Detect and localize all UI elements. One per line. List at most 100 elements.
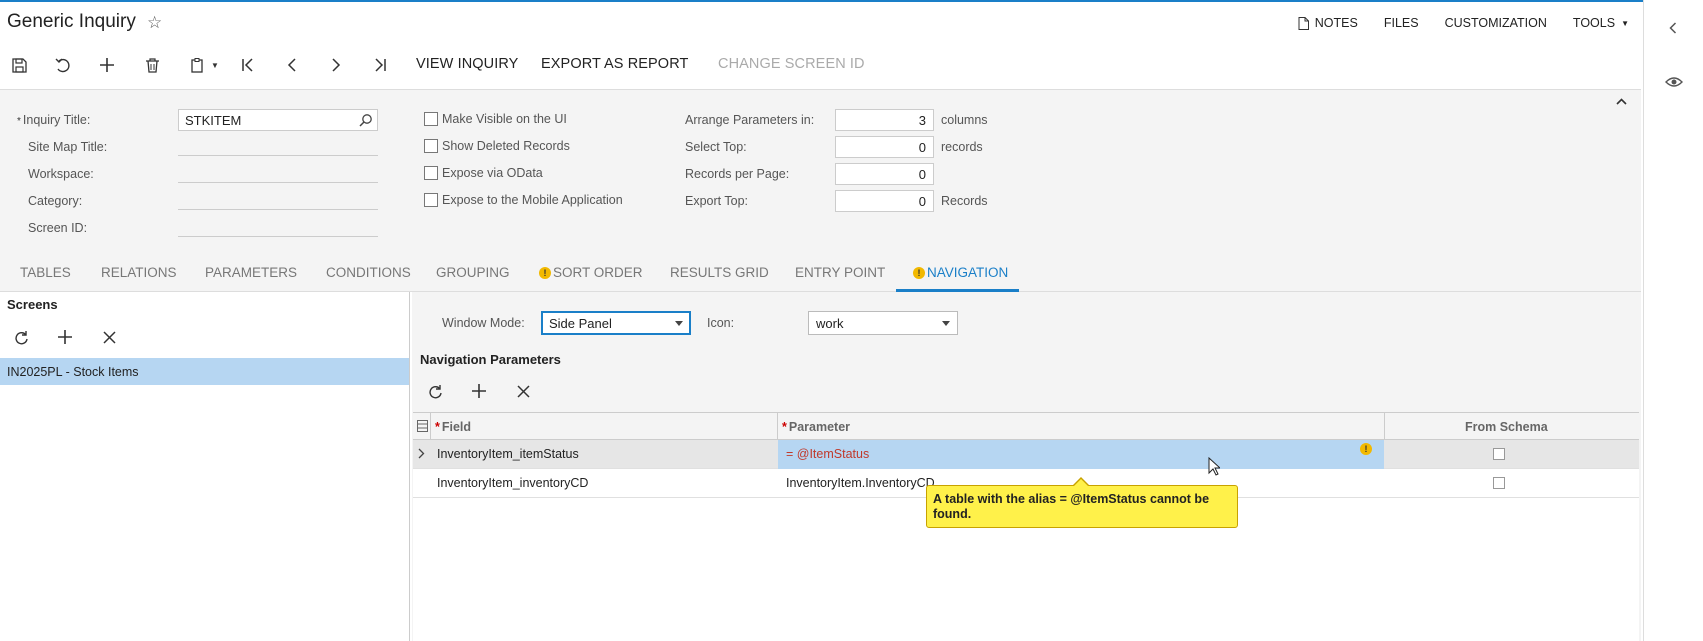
- make-visible-label: Make Visible on the UI: [442, 112, 567, 126]
- field-cell[interactable]: InventoryItem_inventoryCD: [437, 476, 588, 490]
- undo-button[interactable]: [50, 52, 76, 78]
- checkbox[interactable]: [424, 112, 438, 126]
- arrange-parameters-input[interactable]: 3: [835, 109, 934, 131]
- previous-record-button[interactable]: [279, 52, 305, 78]
- first-record-button[interactable]: [235, 52, 261, 78]
- expose-odata-checkbox[interactable]: Expose via OData: [424, 166, 543, 180]
- tab-tables[interactable]: TABLES: [20, 265, 71, 280]
- checkbox[interactable]: [424, 166, 438, 180]
- from-schema-column-header[interactable]: From Schema: [1465, 420, 1548, 434]
- tab-navigation-label: NAVIGATION: [927, 265, 1009, 280]
- arrange-parameters-label: Arrange Parameters in:: [685, 113, 815, 127]
- delete-button[interactable]: [139, 52, 165, 78]
- expose-mobile-checkbox[interactable]: Expose to the Mobile Application: [424, 193, 623, 207]
- warning-icon[interactable]: !: [1360, 443, 1372, 455]
- mouse-cursor-icon: [1208, 457, 1220, 476]
- eye-icon[interactable]: [1665, 76, 1683, 88]
- close-icon: [102, 330, 116, 344]
- field-column-header[interactable]: * Field: [435, 420, 471, 434]
- refresh-icon: [428, 384, 442, 398]
- checkbox[interactable]: [424, 193, 438, 207]
- refresh-icon: [14, 330, 28, 344]
- table-row[interactable]: InventoryItem_itemStatus = @ItemStatus !: [413, 440, 1639, 469]
- screens-panel: Screens IN2025PL - Stock Items: [0, 292, 410, 641]
- grid-header: * Field * Parameter From Schema: [413, 413, 1639, 440]
- notes-link[interactable]: NOTES: [1298, 16, 1358, 30]
- notes-label: NOTES: [1314, 16, 1358, 30]
- refresh-button[interactable]: [9, 325, 33, 349]
- chevron-up-icon[interactable]: [1616, 94, 1627, 108]
- tab-sort-order[interactable]: ! SORT ORDER: [539, 265, 643, 280]
- tab-bar: TABLES RELATIONS PARAMETERS CONDITIONS G…: [0, 252, 1641, 292]
- first-icon: [242, 58, 253, 72]
- export-records-unit-label: Records: [941, 194, 988, 208]
- customization-link[interactable]: CUSTOMIZATION: [1445, 16, 1547, 30]
- records-unit-label: records: [941, 140, 983, 154]
- page-title: Generic Inquiry: [7, 11, 136, 32]
- select-top-input[interactable]: 0: [835, 136, 934, 158]
- tab-entry-point[interactable]: ENTRY POINT: [795, 265, 885, 280]
- site-map-title-label: Site Map Title:: [28, 140, 108, 154]
- view-inquiry-button[interactable]: VIEW INQUIRY: [416, 56, 518, 72]
- next-record-button[interactable]: [323, 52, 349, 78]
- summary-form: * Inquiry Title: STKITEM Site Map Title: …: [0, 89, 1641, 252]
- make-visible-checkbox[interactable]: Make Visible on the UI: [424, 112, 567, 126]
- chevron-left-icon[interactable]: [1669, 22, 1677, 34]
- site-map-title-input[interactable]: [178, 134, 378, 156]
- warning-icon: !: [913, 267, 925, 279]
- tab-grouping[interactable]: GROUPING: [436, 265, 510, 280]
- remove-screen-button[interactable]: [97, 325, 121, 349]
- tools-menu[interactable]: TOOLS ▼: [1573, 16, 1629, 30]
- close-icon: [516, 384, 530, 398]
- records-per-page-label: Records per Page:: [685, 167, 790, 181]
- parameter-cell[interactable]: = @ItemStatus !: [778, 440, 1384, 469]
- tab-results-grid[interactable]: RESULTS GRID: [670, 265, 769, 280]
- icon-select[interactable]: work: [808, 311, 958, 335]
- checkbox[interactable]: [424, 139, 438, 153]
- inquiry-title-input[interactable]: STKITEM: [178, 109, 378, 131]
- show-deleted-label: Show Deleted Records: [442, 139, 570, 153]
- parameter-cell[interactable]: InventoryItem.InventoryCD: [786, 476, 935, 490]
- plus-icon: [100, 58, 114, 72]
- export-as-report-button[interactable]: EXPORT AS REPORT: [541, 56, 688, 72]
- export-top-input[interactable]: 0: [835, 190, 934, 212]
- tab-conditions[interactable]: CONDITIONS: [326, 265, 411, 280]
- chevron-right-icon: [332, 58, 341, 72]
- change-screen-id-button[interactable]: CHANGE SCREEN ID: [718, 56, 865, 72]
- undo-icon: [55, 58, 70, 72]
- paste-menu-button[interactable]: ▼: [185, 52, 225, 78]
- show-deleted-checkbox[interactable]: Show Deleted Records: [424, 139, 570, 153]
- search-icon[interactable]: [359, 113, 373, 127]
- add-screen-button[interactable]: [53, 325, 77, 349]
- from-schema-checkbox[interactable]: [1493, 477, 1505, 489]
- screen-id-label: Screen ID:: [28, 221, 88, 235]
- add-param-button[interactable]: [467, 379, 491, 403]
- remove-param-button[interactable]: [511, 379, 535, 403]
- category-label: Category:: [28, 194, 83, 208]
- last-record-button[interactable]: [367, 52, 393, 78]
- column-config-icon[interactable]: [417, 420, 428, 432]
- screen-id-input[interactable]: [178, 215, 378, 237]
- category-input[interactable]: [178, 188, 378, 210]
- files-link[interactable]: FILES: [1384, 16, 1419, 30]
- records-per-page-input[interactable]: 0: [835, 163, 934, 185]
- tools-label: TOOLS: [1572, 16, 1616, 30]
- screen-list-item[interactable]: IN2025PL - Stock Items: [0, 358, 409, 385]
- caret-down-icon: ▼: [211, 60, 219, 70]
- workspace-input[interactable]: [178, 161, 378, 183]
- tab-parameters[interactable]: PARAMETERS: [205, 265, 297, 280]
- title-bar: Generic Inquiry ☆ NOTES FILES CUSTOMIZAT…: [0, 2, 1643, 46]
- add-button[interactable]: [94, 52, 120, 78]
- chevron-right-icon: [418, 448, 425, 459]
- window-mode-select[interactable]: Side Panel: [541, 311, 691, 335]
- save-button[interactable]: [6, 52, 32, 78]
- plus-icon: [58, 330, 72, 344]
- tab-navigation[interactable]: ! NAVIGATION: [913, 265, 1008, 280]
- tab-relations[interactable]: RELATIONS: [101, 265, 177, 280]
- inquiry-title-value: STKITEM: [185, 113, 242, 128]
- field-cell[interactable]: InventoryItem_itemStatus: [437, 447, 579, 461]
- parameter-column-header[interactable]: * Parameter: [782, 420, 850, 434]
- favorite-star-icon[interactable]: ☆: [147, 13, 162, 33]
- from-schema-checkbox[interactable]: [1493, 448, 1505, 460]
- refresh-params-button[interactable]: [423, 379, 447, 403]
